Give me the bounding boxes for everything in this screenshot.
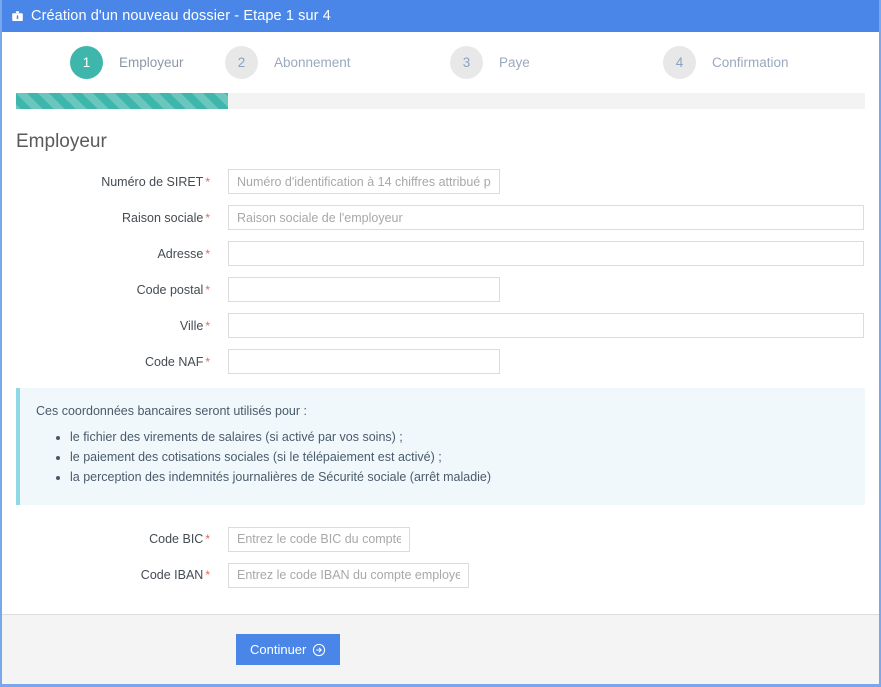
input-code-iban[interactable]: Entrez le code IBAN du compte employeur [228,563,469,588]
label-siret: Numéro de SIRET* [16,175,216,189]
step-3-number: 3 [450,46,483,79]
list-item: le paiement des cotisations sociales (si… [70,448,849,466]
field-row-code-bic: Code BIC* Entrez le code BIC du compte e… [16,527,865,552]
required-marker: * [205,355,210,369]
progress-track [16,93,865,109]
field-row-adresse: Adresse* [16,241,865,266]
step-4-confirmation[interactable]: 4 Confirmation [649,46,858,79]
required-marker: * [205,247,210,261]
required-marker: * [205,532,210,546]
required-marker: * [205,568,210,582]
label-siret-text: Numéro de SIRET [101,175,203,189]
input-siret-placeholder: Numéro d'identification à 14 chiffres at… [237,175,491,189]
input-raison-sociale[interactable]: Raison sociale de l'employeur [228,205,864,230]
label-code-postal: Code postal* [16,283,216,297]
field-row-raison-sociale: Raison sociale* Raison sociale de l'empl… [16,205,865,230]
step-2-abonnement[interactable]: 2 Abonnement [211,46,436,79]
field-row-code-iban: Code IBAN* Entrez le code IBAN du compte… [16,563,865,588]
required-marker: * [205,211,210,225]
bank-info-notice: Ces coordonnées bancaires seront utilisé… [16,388,865,505]
step-1-employeur[interactable]: 1 Employeur [2,46,211,79]
step-2-number: 2 [225,46,258,79]
label-ville: Ville* [16,319,216,333]
list-item: le fichier des virements de salaires (si… [70,428,849,446]
input-ville[interactable] [228,313,864,338]
input-adresse[interactable] [228,241,864,266]
form-content: Employeur Numéro de SIRET* Numéro d'iden… [2,131,879,588]
continue-button-label: Continuer [250,642,306,657]
input-siret[interactable]: Numéro d'identification à 14 chiffres at… [228,169,500,194]
required-marker: * [205,283,210,297]
bank-fields-group: Code BIC* Entrez le code BIC du compte e… [16,527,865,588]
step-3-paye[interactable]: 3 Paye [436,46,649,79]
wizard-footer: Continuer [2,614,879,684]
field-row-siret: Numéro de SIRET* Numéro d'identification… [16,169,865,194]
label-code-postal-text: Code postal [137,283,204,297]
briefcase-icon [10,9,24,23]
label-code-naf: Code NAF* [16,355,216,369]
step-4-number: 4 [663,46,696,79]
step-4-label: Confirmation [712,55,789,70]
label-raison-sociale-text: Raison sociale [122,211,203,225]
label-code-bic: Code BIC* [16,532,216,546]
required-marker: * [205,319,210,333]
wizard-stepper: 1 Employeur 2 Abonnement 3 Paye 4 Confir… [2,32,879,91]
label-adresse: Adresse* [16,247,216,261]
bank-info-intro: Ces coordonnées bancaires seront utilisé… [36,402,849,420]
page-title: Employeur [16,131,865,153]
input-raison-sociale-placeholder: Raison sociale de l'employeur [237,211,403,225]
input-code-iban-placeholder: Entrez le code IBAN du compte employeur [237,568,460,582]
field-row-ville: Ville* [16,313,865,338]
label-raison-sociale: Raison sociale* [16,211,216,225]
label-code-iban: Code IBAN* [16,568,216,582]
input-code-bic-placeholder: Entrez le code BIC du compte em [237,532,401,546]
bank-info-list: le fichier des virements de salaires (si… [36,428,849,486]
label-code-bic-text: Code BIC [149,532,203,546]
input-code-naf[interactable] [228,349,500,374]
label-adresse-text: Adresse [157,247,203,261]
wizard-window: Création d'un nouveau dossier - Etape 1 … [0,0,881,687]
step-3-label: Paye [499,55,530,70]
label-ville-text: Ville [180,319,203,333]
input-code-bic[interactable]: Entrez le code BIC du compte em [228,527,410,552]
continue-button[interactable]: Continuer [236,634,340,665]
field-row-code-postal: Code postal* [16,277,865,302]
input-code-postal[interactable] [228,277,500,302]
step-1-label: Employeur [119,55,184,70]
list-item: la perception des indemnités journalière… [70,468,849,486]
arrow-circle-right-icon [312,643,326,657]
progress-fill [16,93,228,109]
field-row-code-naf: Code NAF* [16,349,865,374]
window-titlebar: Création d'un nouveau dossier - Etape 1 … [0,0,881,32]
window-title: Création d'un nouveau dossier - Etape 1 … [31,8,331,24]
label-code-iban-text: Code IBAN [141,568,204,582]
label-code-naf-text: Code NAF [145,355,203,369]
step-2-label: Abonnement [274,55,351,70]
required-marker: * [205,175,210,189]
step-1-number: 1 [70,46,103,79]
